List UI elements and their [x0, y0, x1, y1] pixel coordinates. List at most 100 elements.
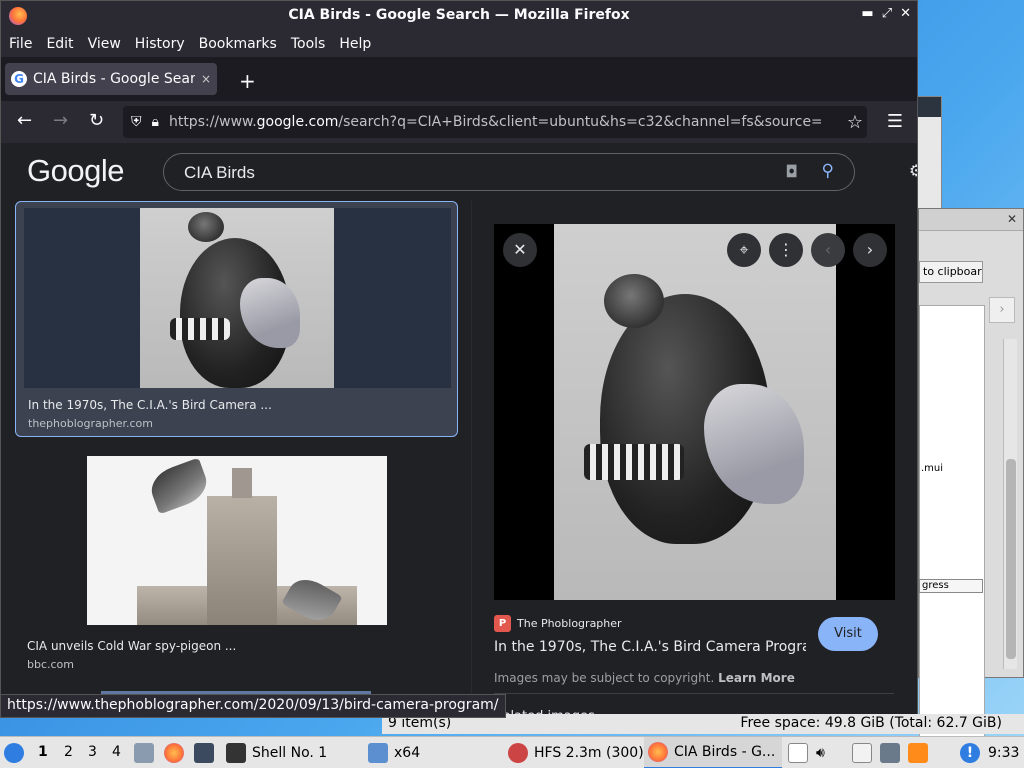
learn-more-link[interactable]: Learn More: [718, 671, 795, 685]
tray-volume[interactable]: 🔊︎: [816, 737, 825, 768]
preview-image-frame[interactable]: [494, 224, 895, 600]
maximize-icon[interactable]: ⤢: [882, 6, 892, 21]
file-cabinet-icon: [134, 743, 154, 763]
hfs-icon: [508, 743, 528, 763]
pigeon-building-thumbnail-image[interactable]: [87, 456, 387, 625]
google-lens-icon[interactable]: ⌖: [727, 233, 761, 267]
background-window-1[interactable]: [916, 96, 942, 216]
result-thumbnail-frame[interactable]: [24, 208, 451, 388]
preview-title[interactable]: In the 1970s, The C.I.A.'s Bird Camera P…: [494, 639, 806, 655]
background-window-titlebar[interactable]: [917, 97, 941, 117]
menu-bar: File Edit View History Bookmarks Tools H…: [1, 31, 917, 57]
previous-image-icon[interactable]: ‹: [811, 233, 845, 267]
navigation-toolbar: ← → ↻ ⛨ 🔒︎ https://www.google.com/search…: [1, 101, 917, 143]
clipboard-icon: [788, 743, 808, 763]
taskbar-hfs-window[interactable]: HFS 2.3m (300): [508, 737, 644, 768]
scrollbar[interactable]: [1003, 339, 1017, 669]
chevron-right-icon[interactable]: ›: [989, 297, 1015, 323]
tray-notes[interactable]: [852, 737, 872, 768]
copy-to-clipboard-button[interactable]: to clipboard: [919, 261, 983, 283]
start-menu-button[interactable]: [4, 737, 24, 768]
image-result-selected[interactable]: In the 1970s, The C.I.A.'s Bird Camera .…: [15, 201, 458, 437]
workspace-1[interactable]: 1: [38, 744, 48, 760]
tray-clipboard[interactable]: [788, 737, 808, 768]
google-favicon-icon: G: [11, 71, 27, 87]
preview-source-name[interactable]: The Phoblographer: [517, 617, 622, 630]
preview-source[interactable]: P The Phoblographer: [494, 615, 622, 632]
settings-gear-icon[interactable]: ⚙: [909, 161, 917, 180]
menu-bookmarks[interactable]: Bookmarks: [199, 36, 277, 52]
bookmark-star-icon[interactable]: ☆: [847, 112, 863, 133]
taskbar-firefox-label: CIA Birds - G...: [674, 744, 776, 760]
menu-edit[interactable]: Edit: [46, 36, 73, 52]
search-query[interactable]: CIA Birds: [184, 163, 255, 183]
close-preview-icon[interactable]: ✕: [503, 233, 537, 267]
visit-button[interactable]: Visit: [818, 617, 878, 651]
lock-icon[interactable]: 🔒︎: [152, 114, 159, 130]
result-source[interactable]: bbc.com: [27, 658, 74, 671]
more-options-icon[interactable]: ⋮: [769, 233, 803, 267]
menu-view[interactable]: View: [88, 36, 121, 52]
tray-updates[interactable]: !: [960, 737, 980, 768]
search-input[interactable]: CIA Birds ◘ ⚲: [163, 153, 855, 191]
image-preview-panel: ✕ ⌖ ⋮ ‹ › P The Phoblographer In the 197…: [471, 201, 917, 717]
orange-app-icon: [908, 743, 928, 763]
window-titlebar[interactable]: CIA Birds - Google Search — Mozilla Fire…: [1, 1, 917, 31]
next-image-icon[interactable]: ›: [853, 233, 887, 267]
back-icon[interactable]: ←: [17, 110, 32, 131]
workspace-4[interactable]: 4: [112, 744, 121, 760]
scrollbar-thumb[interactable]: [1006, 459, 1016, 659]
page-content: Google CIA Birds ◘ ⚲ ⚙ In the 1970s, The…: [1, 143, 917, 717]
pigeon-thumbnail-image[interactable]: [140, 208, 334, 388]
new-tab-button[interactable]: +: [239, 69, 256, 93]
workspace-3[interactable]: 3: [88, 744, 97, 760]
network-icon: [880, 743, 900, 763]
pigeon-preview-image[interactable]: [554, 224, 836, 600]
menu-tools[interactable]: Tools: [291, 36, 326, 52]
alert-icon: !: [960, 743, 980, 763]
background-window-2-titlebar[interactable]: ✕: [919, 209, 1023, 231]
menu-file[interactable]: File: [9, 36, 32, 52]
background-window-2[interactable]: ✕ to clipboard › .mui gress: [918, 208, 1024, 765]
tray-network[interactable]: [880, 737, 900, 768]
taskbar-firefox-window[interactable]: CIA Birds - G...: [644, 737, 782, 768]
close-icon[interactable]: ✕: [900, 6, 911, 21]
url-text[interactable]: https://www.google.com/search?q=CIA+Bird…: [169, 114, 821, 130]
menu-help[interactable]: Help: [339, 36, 371, 52]
site-info-icon[interactable]: ⛨: [131, 114, 142, 130]
close-icon[interactable]: ✕: [1007, 212, 1017, 226]
google-logo[interactable]: Google: [27, 153, 124, 189]
url-bar[interactable]: ⛨ 🔒︎ https://www.google.com/search?q=CIA…: [123, 106, 867, 138]
image-result[interactable]: CIA unveils Cold War spy-pigeon ... bbc.…: [15, 451, 458, 681]
window-title: CIA Birds - Google Search — Mozilla Fire…: [288, 7, 630, 23]
file-cabinet-launcher[interactable]: [134, 737, 154, 768]
taskbar-hfs-label: HFS 2.3m (300): [534, 745, 644, 761]
volume-icon: 🔊︎: [816, 745, 825, 761]
terminal-icon: [226, 743, 246, 763]
reload-icon[interactable]: ↻: [89, 110, 104, 131]
taskbar-shell-window[interactable]: Shell No. 1: [226, 737, 327, 768]
taskbar-folder-label: x64: [394, 745, 421, 761]
tray-app[interactable]: [908, 737, 928, 768]
clock[interactable]: 9:33: [988, 737, 1019, 768]
tab-close-icon[interactable]: ×: [201, 72, 211, 86]
terminal-icon: [194, 743, 214, 763]
result-source[interactable]: thephoblographer.com: [28, 417, 153, 430]
hamburger-menu-icon[interactable]: ☰: [887, 111, 903, 132]
firefox-launcher[interactable]: [164, 737, 184, 768]
result-caption[interactable]: In the 1970s, The C.I.A.'s Bird Camera .…: [28, 398, 272, 412]
result-caption[interactable]: CIA unveils Cold War spy-pigeon ...: [27, 639, 236, 653]
tab-bar: G CIA Birds - Google Search × +: [1, 57, 917, 101]
workspace-2[interactable]: 2: [64, 744, 73, 760]
tab-google-search[interactable]: G CIA Birds - Google Search ×: [5, 63, 217, 95]
camera-icon[interactable]: ◘: [785, 162, 798, 181]
firefox-window: CIA Birds - Google Search — Mozilla Fire…: [0, 0, 918, 718]
minimize-icon[interactable]: ▬: [861, 6, 873, 21]
menu-history[interactable]: History: [135, 36, 185, 52]
taskbar-folder-window[interactable]: x64: [368, 737, 420, 768]
progress-field: gress: [919, 579, 983, 593]
list-panel[interactable]: [919, 305, 985, 765]
search-icon[interactable]: ⚲: [822, 161, 834, 181]
terminal-launcher[interactable]: [194, 737, 214, 768]
forward-icon[interactable]: →: [53, 110, 68, 131]
